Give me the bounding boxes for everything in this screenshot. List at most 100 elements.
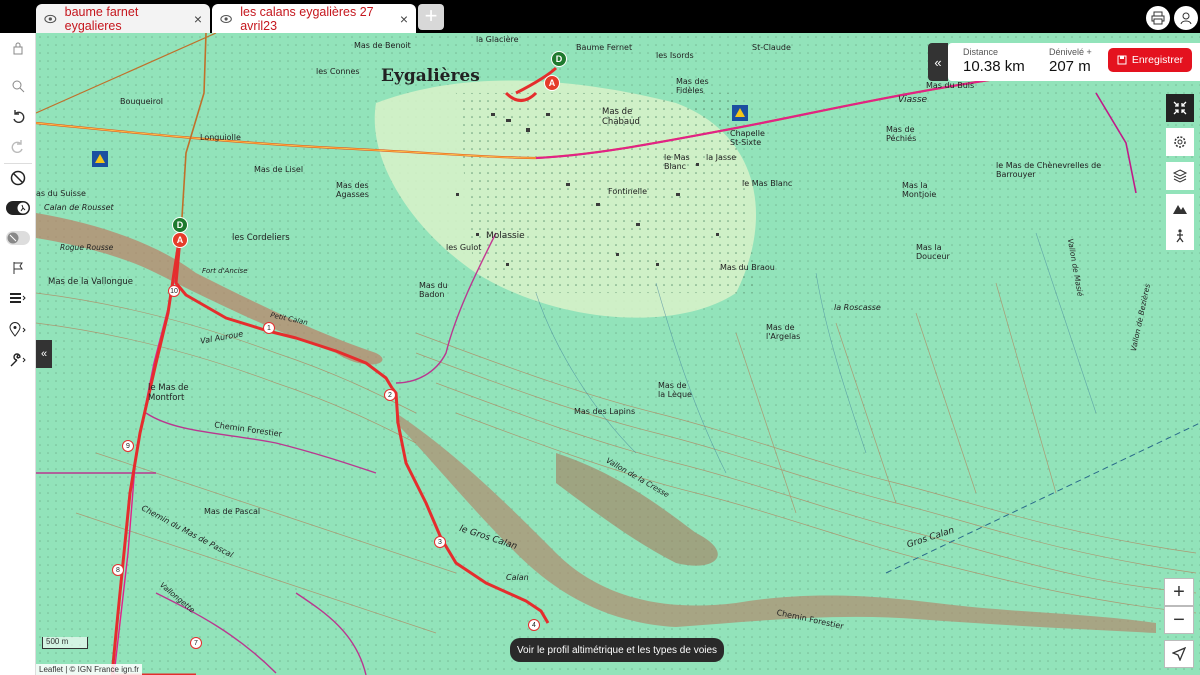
undo-button[interactable] bbox=[4, 103, 32, 129]
map-label: Mas du Buis bbox=[926, 81, 975, 90]
map-label: Mas des Lapins bbox=[574, 407, 636, 416]
redo-button[interactable] bbox=[4, 133, 32, 159]
mountain-icon bbox=[1173, 205, 1187, 214]
map-label: Mas de Lisel bbox=[254, 165, 304, 174]
fullscreen-button[interactable] bbox=[1166, 94, 1194, 122]
map-label: Calan bbox=[506, 573, 529, 582]
elevation-label: Dénivelé + bbox=[1049, 47, 1092, 57]
relief-button[interactable] bbox=[1166, 194, 1194, 222]
route-start-marker[interactable]: D bbox=[172, 217, 188, 233]
zoom-search-button[interactable] bbox=[4, 73, 32, 99]
list-menu-button[interactable] bbox=[4, 285, 32, 311]
map-label: Mas de la Lèque bbox=[658, 381, 692, 399]
km-marker: 10 bbox=[168, 285, 180, 297]
print-button[interactable] bbox=[1146, 6, 1170, 30]
camino-shell-icon bbox=[92, 151, 108, 167]
eye-off-toggle-icon bbox=[6, 231, 30, 245]
map-label: Mas la Montjoie bbox=[902, 181, 937, 199]
hiker-button[interactable] bbox=[1166, 222, 1194, 250]
route-end-marker[interactable]: A bbox=[544, 75, 560, 91]
save-label: Enregistrer bbox=[1131, 54, 1184, 66]
save-button[interactable]: Enregistrer bbox=[1108, 48, 1192, 72]
km-marker: 3 bbox=[434, 536, 446, 548]
map-label: Mas du Badon bbox=[419, 281, 448, 299]
zoom-in-button[interactable]: + bbox=[1164, 578, 1194, 606]
map-label: Fort d'Ancise bbox=[202, 267, 248, 275]
layers-icon bbox=[1172, 169, 1188, 183]
route-end-marker[interactable]: A bbox=[172, 232, 188, 248]
close-tab-icon[interactable]: × bbox=[400, 11, 408, 27]
undo-icon bbox=[13, 110, 25, 123]
map-label: les Connes bbox=[316, 67, 360, 76]
account-button[interactable] bbox=[1174, 6, 1198, 30]
km-marker: 2 bbox=[384, 389, 396, 401]
settings-button[interactable] bbox=[1166, 128, 1194, 156]
lock-icon bbox=[13, 42, 23, 55]
elevation-value: 207 m bbox=[1049, 58, 1091, 75]
navigation-arrow-icon bbox=[1172, 647, 1186, 661]
list-icon bbox=[10, 293, 26, 303]
map-label: Mas des Agasses bbox=[336, 181, 369, 199]
map-label: Viasse bbox=[898, 95, 928, 105]
map-label: les Isords bbox=[656, 51, 694, 60]
eye-icon[interactable] bbox=[220, 14, 232, 24]
eye-icon[interactable] bbox=[44, 14, 57, 24]
location-pin-icon bbox=[9, 322, 26, 337]
map-label: Mas de Chabaud bbox=[602, 107, 640, 127]
map-label: Mas du Braou bbox=[720, 263, 775, 272]
map-label: la Glacière bbox=[476, 35, 519, 44]
km-marker: 9 bbox=[122, 440, 134, 452]
divider bbox=[4, 163, 32, 164]
tools-menu-button[interactable] bbox=[4, 347, 32, 373]
map-label: Baume Fernet bbox=[576, 43, 633, 52]
location-menu-button[interactable] bbox=[4, 317, 32, 343]
scale-bar: 500 m bbox=[42, 637, 88, 649]
print-icon bbox=[1151, 11, 1165, 25]
map-label: les Cordeliers bbox=[232, 233, 290, 243]
locate-button[interactable] bbox=[1164, 640, 1194, 668]
lock-button[interactable] bbox=[4, 35, 32, 61]
km-marker: 1 bbox=[263, 322, 275, 334]
tab-label: baume farnet eygalieres bbox=[64, 4, 139, 33]
km-marker: 8 bbox=[112, 564, 124, 576]
map-label: le Mas Blanc bbox=[664, 153, 690, 171]
flag-button[interactable] bbox=[4, 255, 32, 281]
map-view[interactable]: Eygalières Baume Fernet la Glacière St-C… bbox=[36, 33, 1200, 675]
redo-icon bbox=[11, 140, 23, 153]
hiker-toggle[interactable] bbox=[4, 195, 32, 221]
map-label: as du Suisse bbox=[36, 189, 86, 198]
no-entry-button[interactable] bbox=[4, 165, 32, 191]
map-label: le Mas de Chènevrelles de Barrouyer bbox=[996, 161, 1102, 179]
map-label: la Jasse bbox=[706, 153, 737, 162]
save-icon bbox=[1117, 55, 1127, 65]
map-label: Calan de Rousset bbox=[44, 203, 114, 212]
map-label: le Mas de Montfort bbox=[148, 383, 189, 403]
collapse-stats-button[interactable]: « bbox=[928, 43, 948, 81]
map-label: Longuiolle bbox=[200, 133, 241, 142]
elevation-profile-button[interactable]: Voir le profil altimétrique et les types… bbox=[510, 638, 724, 662]
open-side-panel-button[interactable]: « bbox=[36, 340, 52, 368]
camino-shell-icon bbox=[732, 105, 748, 121]
hide-toggle[interactable] bbox=[4, 225, 32, 251]
new-tab-button[interactable]: + bbox=[418, 4, 444, 30]
magnifier-icon bbox=[12, 80, 25, 93]
zoom-out-button[interactable]: − bbox=[1164, 606, 1194, 634]
close-tab-icon[interactable]: × bbox=[194, 11, 202, 27]
map-label: le Mas Blanc bbox=[742, 179, 793, 188]
map-label: Mas des Fidèles bbox=[676, 77, 709, 95]
no-entry-icon bbox=[10, 170, 26, 186]
tab-les-calans[interactable]: les calans eygalières 27 avril23 × bbox=[212, 4, 416, 33]
tab-label: les calans eygalières 27 avril23 bbox=[240, 4, 374, 33]
attribution[interactable]: Leaflet | © IGN France ign.fr bbox=[36, 664, 143, 675]
layers-button[interactable] bbox=[1166, 162, 1194, 190]
hiker-icon bbox=[1176, 229, 1184, 243]
km-marker: 4 bbox=[528, 619, 540, 631]
map-label: Mas de la Vallongue bbox=[48, 277, 133, 287]
route-start-marker[interactable]: D bbox=[551, 51, 567, 67]
tab-bar: baume farnet eygalieres × les calans eyg… bbox=[0, 0, 1200, 33]
map-label: Molassie bbox=[486, 231, 525, 241]
topo-map bbox=[36, 33, 1200, 675]
tab-baume-farnet[interactable]: baume farnet eygalieres × bbox=[36, 4, 210, 33]
town-label: Eygalières bbox=[381, 66, 480, 86]
user-icon bbox=[1180, 12, 1192, 25]
